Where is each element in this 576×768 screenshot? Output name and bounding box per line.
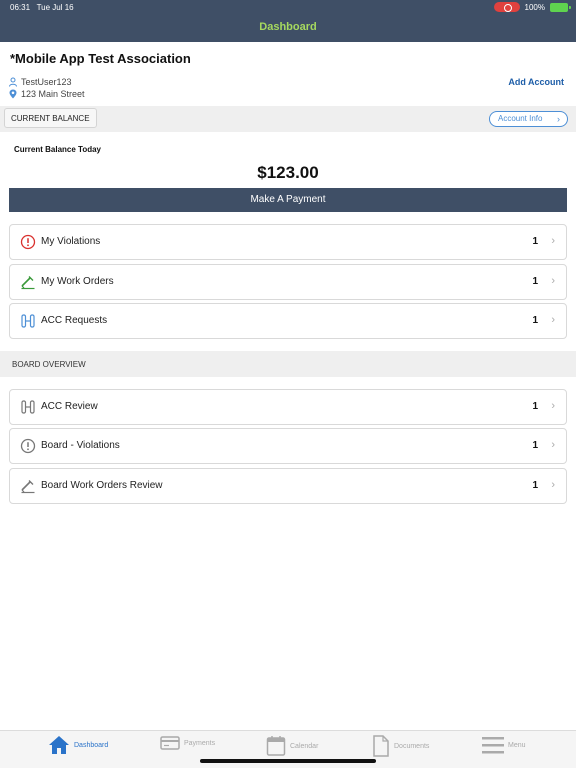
wrench-icon <box>21 276 35 290</box>
home-indicator <box>200 759 376 763</box>
list-item-my-work-orders[interactable]: My Work Orders 1 › <box>9 264 567 300</box>
tab-calendar[interactable]: Calendar <box>266 735 318 757</box>
list-item-label: ACC Review <box>41 401 98 412</box>
balance-band: CURRENT BALANCE Account Info › <box>0 106 576 132</box>
list-item-my-violations[interactable]: My Violations 1 › <box>9 224 567 260</box>
status-indicators: 100% <box>493 2 571 12</box>
wrench-icon <box>21 480 35 494</box>
battery-icon <box>550 2 571 12</box>
status-time: 06:31 Tue Jul 16 <box>10 3 74 12</box>
list-item-acc-requests[interactable]: ACC Requests 1 › <box>9 303 567 339</box>
account-info-label: Account Info <box>498 114 543 123</box>
tab-label: Documents <box>394 742 430 750</box>
document-icon <box>373 735 389 757</box>
user-icon <box>9 77 17 87</box>
tab-label: Menu <box>508 741 526 749</box>
tab-label: Payments <box>184 739 216 747</box>
chevron-right-icon: › <box>551 400 555 412</box>
board-overview-section: BOARD OVERVIEW <box>0 351 576 377</box>
blueprint-icon <box>21 400 35 414</box>
list-item-count: 1 <box>532 236 538 247</box>
list-item-label: My Work Orders <box>41 276 114 287</box>
tab-payments[interactable]: Payments <box>160 735 215 751</box>
address-row: 123 Main Street <box>8 89 85 99</box>
tab-dashboard[interactable]: Dashboard <box>48 735 108 755</box>
page-title: Dashboard <box>259 21 317 33</box>
battery-percent: 100% <box>524 2 545 12</box>
location-pin-icon <box>9 89 17 99</box>
card-icon <box>160 736 180 750</box>
chevron-right-icon: › <box>557 114 560 124</box>
list-item-count: 1 <box>532 276 538 287</box>
chevron-right-icon: › <box>551 439 555 451</box>
chevron-right-icon: › <box>551 235 555 247</box>
alert-circle-icon <box>20 234 36 250</box>
list-item-label: My Violations <box>41 236 101 247</box>
alert-circle-icon <box>20 438 36 454</box>
tab-label: Dashboard <box>74 741 109 749</box>
calendar-icon <box>266 736 286 756</box>
menu-icon <box>482 737 504 754</box>
tab-menu[interactable]: Menu <box>482 735 526 755</box>
list-item-acc-review[interactable]: ACC Review 1 › <box>9 389 567 425</box>
list-item-count: 1 <box>532 440 538 451</box>
user-row: TestUser123 <box>8 77 72 87</box>
list-item-count: 1 <box>532 480 538 491</box>
list-item-label: ACC Requests <box>41 315 108 326</box>
chevron-right-icon: › <box>551 314 555 326</box>
tab-documents[interactable]: Documents <box>372 735 429 757</box>
address-text: 123 Main Street <box>21 89 85 99</box>
association-name: *Mobile App Test Association <box>10 51 191 66</box>
chevron-right-icon: › <box>551 479 555 491</box>
balance-today-label: Current Balance Today <box>14 145 101 154</box>
screen-record-icon <box>493 2 520 12</box>
user-name: TestUser123 <box>21 77 72 87</box>
list-item-board-violations[interactable]: Board - Violations 1 › <box>9 428 567 464</box>
make-payment-button[interactable]: Make A Payment <box>9 188 567 212</box>
list-item-board-work-orders-review[interactable]: Board Work Orders Review 1 › <box>9 468 567 504</box>
chevron-right-icon: › <box>551 275 555 287</box>
home-icon <box>49 736 69 754</box>
status-date: Tue Jul 16 <box>36 3 74 12</box>
add-account-link[interactable]: Add Account <box>508 77 564 87</box>
balance-amount: $123.00 <box>257 163 319 182</box>
blueprint-icon <box>21 314 35 328</box>
tab-label: Calendar <box>290 742 319 750</box>
list-item-label: Board Work Orders Review <box>41 480 163 491</box>
list-item-count: 1 <box>532 315 538 326</box>
current-balance-tab[interactable]: CURRENT BALANCE <box>4 108 97 128</box>
status-clock: 06:31 <box>10 3 31 12</box>
header-bar: 06:31 Tue Jul 16 100% Dashboard <box>0 0 576 42</box>
account-info-button[interactable]: Account Info › <box>489 111 568 127</box>
list-item-count: 1 <box>532 401 538 412</box>
section-title: BOARD OVERVIEW <box>12 360 86 369</box>
list-item-label: Board - Violations <box>41 440 120 451</box>
